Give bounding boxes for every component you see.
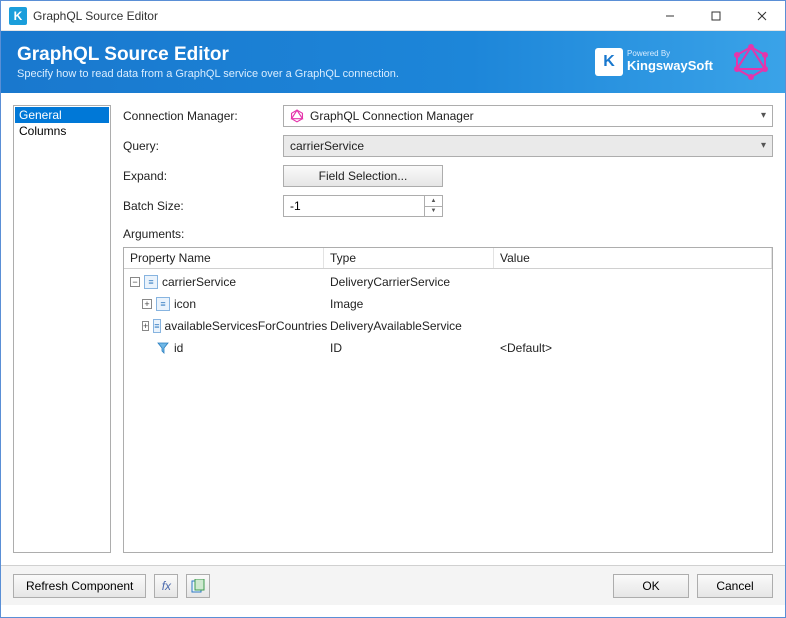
query-dropdown[interactable]: carrierService ▾: [283, 135, 773, 157]
tree-body: − ≡ carrierService DeliveryCarrierServic…: [124, 269, 772, 361]
funnel-icon: [156, 341, 170, 355]
expand-label: Expand:: [123, 169, 283, 183]
tree-type: Image: [324, 297, 494, 311]
tree-type: DeliveryCarrierService: [324, 275, 494, 289]
window-controls: [647, 1, 785, 31]
minimize-button[interactable]: [647, 1, 693, 31]
tree-name: carrierService: [162, 275, 236, 289]
query-label: Query:: [123, 139, 283, 153]
tree-name: availableServicesForCountries: [165, 319, 328, 333]
brand-logo-icon: K: [595, 48, 623, 76]
tree-type: DeliveryAvailableService: [324, 319, 494, 333]
page-subtitle: Specify how to read data from a GraphQL …: [17, 68, 595, 80]
expression-button[interactable]: fx: [154, 574, 178, 598]
expand-icon[interactable]: +: [142, 321, 149, 331]
titlebar-text: GraphQL Source Editor: [33, 9, 647, 23]
tree-row[interactable]: − ≡ carrierService DeliveryCarrierServic…: [124, 271, 772, 293]
graphql-icon: [733, 44, 769, 80]
minimize-icon: [665, 11, 675, 21]
tree-value: <Default>: [494, 341, 772, 355]
struct-icon: ≡: [156, 297, 170, 311]
chevron-down-icon: ▾: [761, 110, 766, 121]
fx-icon: fx: [162, 579, 171, 593]
maximize-button[interactable]: [693, 1, 739, 31]
doc-icon: [191, 579, 205, 593]
tree-row[interactable]: + ≡ icon Image: [124, 293, 772, 315]
tree-name: icon: [174, 297, 196, 311]
sidebar: General Columns: [13, 105, 111, 553]
content-area: General Columns Connection Manager: Grap…: [1, 93, 785, 565]
header-text: GraphQL Source Editor Specify how to rea…: [17, 44, 595, 80]
spinner-down-button[interactable]: ▼: [425, 207, 442, 217]
struct-icon: ≡: [144, 275, 158, 289]
close-button[interactable]: [739, 1, 785, 31]
app-icon: K: [9, 7, 27, 25]
chevron-down-icon: ▾: [761, 140, 766, 151]
struct-icon: ≡: [153, 319, 160, 333]
tree-header: Property Name Type Value: [124, 248, 772, 269]
header-property-name[interactable]: Property Name: [124, 248, 324, 268]
header-brand: K Powered By KingswaySoft: [595, 44, 769, 80]
graphql-connection-icon: [290, 109, 304, 123]
header-value[interactable]: Value: [494, 248, 772, 268]
cancel-button[interactable]: Cancel: [697, 574, 773, 598]
documentation-button[interactable]: [186, 574, 210, 598]
tree-type: ID: [324, 341, 494, 355]
tree-row[interactable]: id ID <Default>: [124, 337, 772, 359]
brand-name: KingswaySoft: [627, 59, 713, 73]
titlebar: K GraphQL Source Editor: [1, 1, 785, 31]
arguments-tree: Property Name Type Value − ≡ carrierServ…: [123, 247, 773, 553]
connection-value: GraphQL Connection Manager: [310, 109, 474, 123]
header-type[interactable]: Type: [324, 248, 494, 268]
close-icon: [757, 11, 767, 21]
brand-kingsway: K Powered By KingswaySoft: [595, 48, 713, 76]
page-title: GraphQL Source Editor: [17, 44, 595, 66]
batch-size-input[interactable]: [284, 196, 442, 216]
query-value: carrierService: [290, 139, 364, 153]
spinner-up-button[interactable]: ▲: [425, 196, 442, 207]
sidebar-item-columns[interactable]: Columns: [15, 123, 109, 139]
connection-dropdown[interactable]: GraphQL Connection Manager ▾: [283, 105, 773, 127]
arguments-label: Arguments:: [123, 227, 773, 241]
ok-button[interactable]: OK: [613, 574, 689, 598]
header: GraphQL Source Editor Specify how to rea…: [1, 31, 785, 93]
tree-name: id: [174, 341, 183, 355]
collapse-icon[interactable]: −: [130, 277, 140, 287]
batch-size-label: Batch Size:: [123, 199, 283, 213]
refresh-component-button[interactable]: Refresh Component: [13, 574, 146, 598]
batch-size-spinner[interactable]: ▲ ▼: [283, 195, 443, 217]
tree-row[interactable]: + ≡ availableServicesForCountries Delive…: [124, 315, 772, 337]
sidebar-item-general[interactable]: General: [15, 107, 109, 123]
main-panel: Connection Manager: GraphQL Connection M…: [123, 105, 773, 553]
field-selection-button[interactable]: Field Selection...: [283, 165, 443, 187]
expand-icon[interactable]: +: [142, 299, 152, 309]
maximize-icon: [711, 11, 721, 21]
footer: Refresh Component fx OK Cancel: [1, 565, 785, 605]
connection-label: Connection Manager:: [123, 109, 283, 123]
